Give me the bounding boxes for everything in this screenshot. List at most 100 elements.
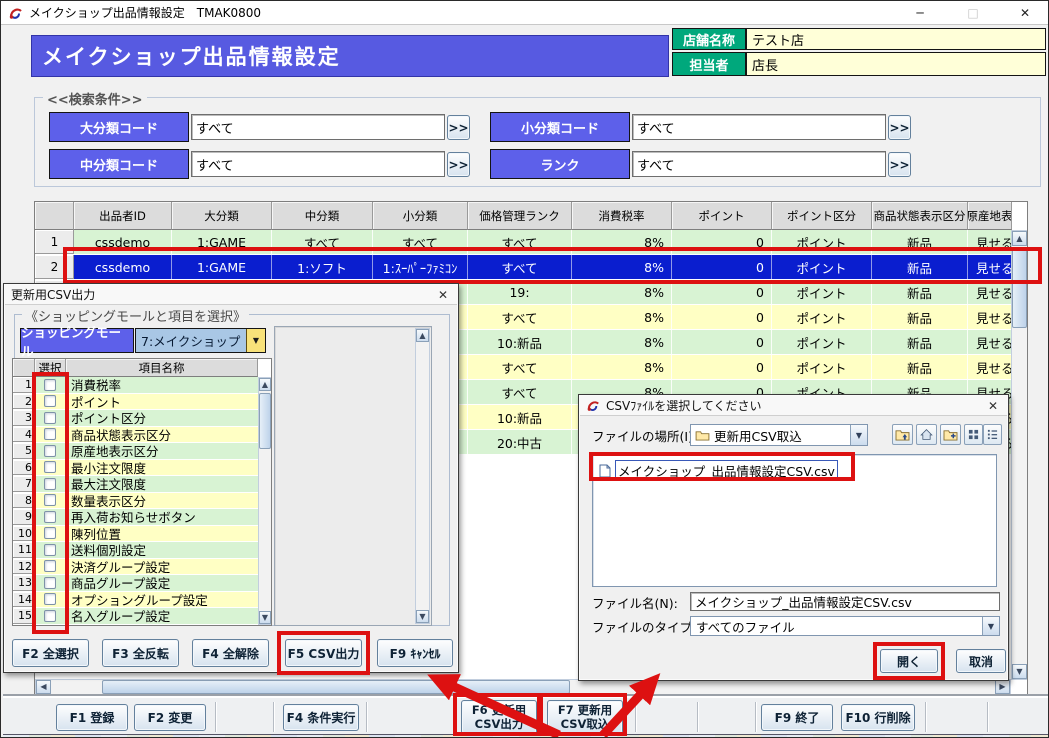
table-cell[interactable]: 8% bbox=[572, 305, 672, 329]
scroll-up-icon[interactable]: ▲ bbox=[416, 329, 429, 342]
table-cell[interactable]: cssdemo bbox=[74, 255, 172, 279]
scroll-left-icon[interactable]: ◀ bbox=[36, 680, 51, 694]
major-category-input[interactable] bbox=[191, 114, 445, 140]
dialog-close-icon[interactable]: ✕ bbox=[982, 398, 1004, 414]
item-row[interactable]: 6 最小注文限度 bbox=[13, 459, 271, 476]
dropdown-arrow-icon[interactable]: ▼ bbox=[850, 425, 867, 445]
table-cell[interactable]: ポイント bbox=[772, 255, 872, 279]
scroll-down-icon[interactable]: ▼ bbox=[416, 610, 429, 623]
cancel-button[interactable]: F9 ｷｬﾝｾﾙ bbox=[377, 639, 453, 667]
item-row[interactable]: 8 数量表示区分 bbox=[13, 492, 271, 509]
close-button[interactable]: ✕ bbox=[1003, 2, 1047, 23]
f4-execute-button[interactable]: F4 条件実行 bbox=[283, 704, 359, 731]
table-cell[interactable]: 0 bbox=[672, 305, 772, 329]
new-folder-button[interactable] bbox=[940, 424, 961, 445]
item-checkbox[interactable] bbox=[44, 444, 56, 457]
item-checkbox[interactable] bbox=[44, 510, 56, 523]
table-row[interactable]: 1 cssdemo 1:GAME すべて すべて すべて 8% 0 ポイント 新品 見せる bbox=[35, 230, 1027, 255]
f2-modify-button[interactable]: F2 変更 bbox=[134, 704, 206, 731]
table-cell[interactable]: ポイント bbox=[772, 230, 872, 254]
f10-delete-row-button[interactable]: F10 行削除 bbox=[841, 704, 915, 731]
item-checkbox[interactable] bbox=[44, 560, 56, 573]
item-row[interactable]: 5 原産地表示区分 bbox=[13, 443, 271, 460]
minor-category-expand-button[interactable]: >> bbox=[888, 115, 911, 140]
table-cell[interactable]: すべて bbox=[468, 380, 572, 404]
table-cell[interactable]: 新品 bbox=[872, 305, 968, 329]
table-horizontal-scrollbar[interactable]: ◀ ▶ bbox=[35, 679, 1011, 694]
shopping-mall-select[interactable]: 7:メイクショップ ▼ bbox=[135, 328, 266, 353]
item-row[interactable]: 15 名入グループ設定 bbox=[13, 608, 271, 625]
item-checkbox[interactable] bbox=[44, 576, 56, 589]
scroll-up-icon[interactable]: ▲ bbox=[1012, 231, 1027, 246]
scroll-down-icon[interactable]: ▼ bbox=[259, 611, 271, 624]
table-cell[interactable]: 見せる bbox=[968, 230, 1012, 254]
table-cell[interactable]: cssdemo bbox=[74, 230, 172, 254]
item-row[interactable]: 10 陳列位置 bbox=[13, 525, 271, 542]
table-cell[interactable]: 見せる bbox=[968, 355, 1012, 379]
item-row[interactable]: 14 オプショングループ設定 bbox=[13, 591, 271, 608]
item-row[interactable]: 9 再入荷お知らせボタン bbox=[13, 509, 271, 526]
table-cell[interactable]: ポイント bbox=[772, 305, 872, 329]
scroll-up-icon[interactable]: ▲ bbox=[259, 378, 271, 391]
table-cell[interactable]: 新品 bbox=[872, 280, 968, 304]
table-vertical-scrollbar[interactable]: ▲ ▼ bbox=[1011, 230, 1027, 680]
f1-register-button[interactable]: F1 登録 bbox=[56, 704, 128, 731]
item-checkbox[interactable] bbox=[44, 378, 56, 391]
file-list-item[interactable]: メイクショップ_出品情報設定CSV.csv bbox=[599, 460, 838, 481]
item-checkbox[interactable] bbox=[44, 527, 56, 540]
minimize-button[interactable]: ─ bbox=[898, 2, 942, 23]
panel-vertical-scrollbar[interactable]: ▲ ▼ bbox=[415, 328, 430, 624]
table-cell[interactable]: 見せる bbox=[968, 255, 1012, 279]
grid-view-button[interactable] bbox=[964, 424, 983, 445]
select-all-button[interactable]: F2 全選択 bbox=[12, 639, 89, 667]
item-row[interactable]: 7 最大注文限度 bbox=[13, 476, 271, 493]
table-cell[interactable]: 0 bbox=[672, 280, 772, 304]
items-vertical-scrollbar[interactable]: ▲ ▼ bbox=[258, 377, 271, 625]
table-cell[interactable]: すべて bbox=[468, 230, 572, 254]
cancel-button[interactable]: 取消 bbox=[956, 649, 1006, 673]
table-cell[interactable]: すべて bbox=[468, 355, 572, 379]
f7-csv-import-button[interactable]: F7 更新用 CSV取込 bbox=[547, 700, 623, 734]
table-cell[interactable]: 0 bbox=[672, 355, 772, 379]
table-cell[interactable]: ポイント bbox=[772, 330, 872, 354]
table-cell[interactable]: 新品 bbox=[872, 230, 968, 254]
item-row[interactable]: 4 商品状態表示区分 bbox=[13, 426, 271, 443]
file-name[interactable]: メイクショップ_出品情報設定CSV.csv bbox=[615, 460, 838, 481]
table-cell[interactable]: 見せる bbox=[968, 330, 1012, 354]
f6-csv-export-button[interactable]: F6 更新用 CSV出力 bbox=[461, 700, 537, 734]
table-cell[interactable]: 8% bbox=[572, 255, 672, 279]
table-cell[interactable]: すべて bbox=[468, 255, 572, 279]
table-cell[interactable]: 1:ｽｰﾊﾟｰﾌｧﾐｺﾝ bbox=[373, 255, 468, 279]
table-cell[interactable]: 見せる bbox=[968, 280, 1012, 304]
csv-export-button[interactable]: F5 CSV出力 bbox=[285, 639, 362, 667]
scroll-right-icon[interactable]: ▶ bbox=[995, 680, 1010, 694]
table-cell[interactable]: すべて bbox=[468, 305, 572, 329]
table-cell[interactable]: 10:新品 bbox=[468, 405, 572, 429]
up-folder-button[interactable] bbox=[892, 424, 913, 445]
item-checkbox[interactable] bbox=[44, 593, 56, 606]
scroll-thumb[interactable] bbox=[1012, 248, 1027, 328]
table-cell[interactable]: 8% bbox=[572, 355, 672, 379]
item-row[interactable]: 1 消費税率 bbox=[13, 377, 271, 394]
table-cell[interactable]: 8% bbox=[572, 330, 672, 354]
rank-expand-button[interactable]: >> bbox=[888, 152, 911, 177]
table-cell[interactable]: 0 bbox=[672, 255, 772, 279]
table-cell[interactable]: すべて bbox=[272, 230, 373, 254]
open-button[interactable]: 開く bbox=[880, 649, 938, 673]
middle-category-input[interactable] bbox=[191, 151, 445, 177]
table-cell[interactable]: 新品 bbox=[872, 355, 968, 379]
dropdown-arrow-icon[interactable]: ▼ bbox=[246, 329, 265, 352]
table-cell[interactable]: すべて bbox=[373, 230, 468, 254]
item-checkbox[interactable] bbox=[44, 428, 56, 441]
table-cell[interactable]: 0 bbox=[672, 230, 772, 254]
middle-category-expand-button[interactable]: >> bbox=[447, 152, 470, 177]
table-cell[interactable]: 見せる bbox=[968, 305, 1012, 329]
dropdown-arrow-icon[interactable]: ▼ bbox=[982, 617, 999, 635]
table-cell[interactable]: 19: bbox=[468, 280, 572, 304]
clear-selection-button[interactable]: F4 全解除 bbox=[192, 639, 269, 667]
minor-category-input[interactable] bbox=[632, 114, 886, 140]
item-row[interactable]: 2 ポイント bbox=[13, 393, 271, 410]
item-checkbox[interactable] bbox=[44, 477, 56, 490]
scroll-thumb[interactable] bbox=[102, 680, 570, 694]
item-checkbox[interactable] bbox=[44, 411, 56, 424]
